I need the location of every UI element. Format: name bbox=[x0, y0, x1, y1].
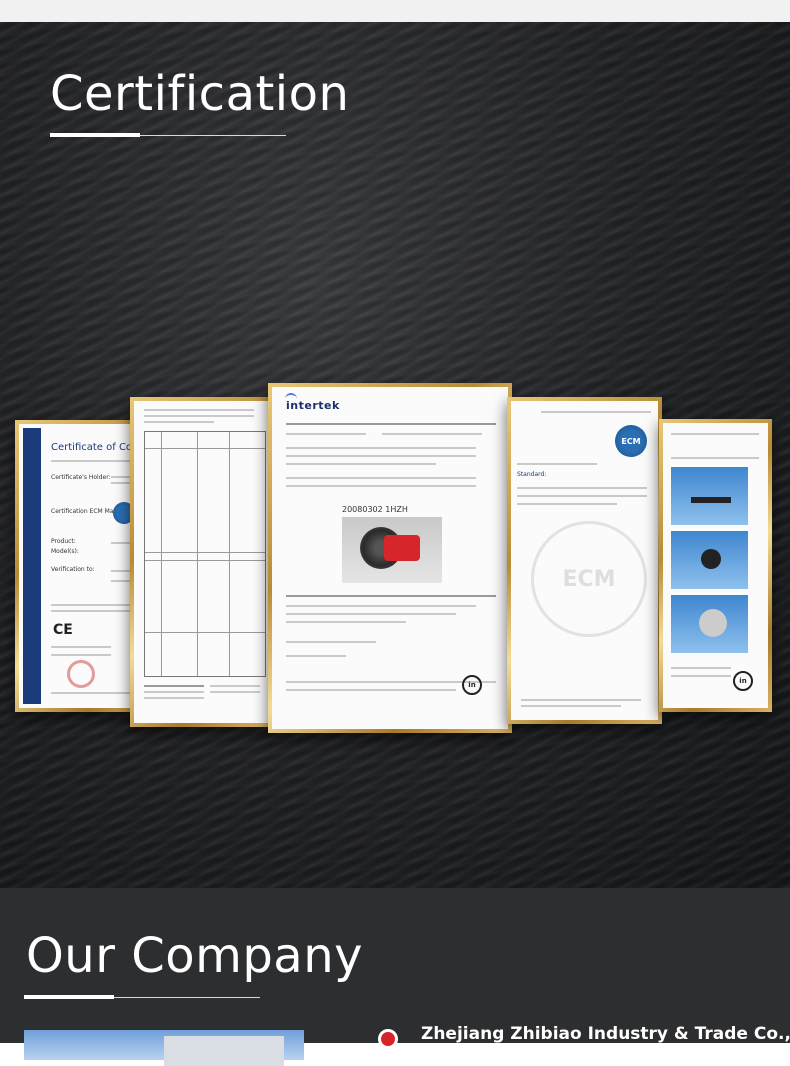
certificate-frame-product[interactable]: in bbox=[659, 419, 772, 712]
product-report-document: in bbox=[663, 423, 768, 708]
company-section: Our Company Zhejiang Zhibiao Industry & … bbox=[0, 888, 790, 1066]
sample-machine-photo bbox=[342, 517, 442, 583]
top-bar bbox=[0, 0, 790, 22]
certificate-model-label: Model(s): bbox=[51, 548, 79, 555]
certificate-frame-intertek[interactable]: intertek 20080302 1HZH in bbox=[268, 383, 512, 733]
intertek-badge-icon: in bbox=[462, 675, 482, 695]
certificate-frame-ecm[interactable]: ECM Standard: ECM bbox=[507, 397, 662, 724]
certification-underline bbox=[50, 133, 286, 137]
ecm-standard-label: Standard: bbox=[517, 471, 547, 478]
red-stamp-icon bbox=[67, 660, 95, 688]
company-name: Zhejiang Zhibiao Industry & Trade Co., bbox=[421, 1024, 790, 1044]
certification-section: Certification Certificate of Co Certific… bbox=[0, 22, 790, 888]
certificate-verification-label: Verification to: bbox=[51, 566, 95, 573]
company-title: Our Company bbox=[26, 928, 364, 984]
certification-title: Certification bbox=[50, 66, 350, 122]
certificate-frame-test-table[interactable] bbox=[130, 397, 273, 727]
product-report-badge-icon: in bbox=[733, 671, 753, 691]
company-building-photo bbox=[24, 1030, 304, 1066]
certificate-side-band bbox=[23, 428, 41, 704]
ecm-watermark-seal: ECM bbox=[531, 521, 647, 637]
certificate-mark-label: Certification ECM Mark: bbox=[51, 508, 122, 515]
test-table-document bbox=[134, 401, 269, 723]
intertek-report-document: intertek 20080302 1HZH in bbox=[272, 387, 508, 729]
ecm-certificate-document: ECM Standard: ECM bbox=[511, 401, 658, 720]
company-underline bbox=[24, 995, 260, 999]
intertek-logo: intertek bbox=[285, 393, 340, 412]
certificate-product-label: Product: bbox=[51, 538, 76, 545]
ecm-badge-icon: ECM bbox=[615, 425, 647, 457]
restricted-substance-table bbox=[144, 431, 266, 677]
location-dot-icon bbox=[378, 1029, 398, 1049]
certificate-heading: Certificate of Co bbox=[51, 442, 133, 453]
product-photo-2 bbox=[671, 531, 748, 589]
product-photo-3 bbox=[671, 595, 748, 653]
certificate-holder-label: Certificate's Holder: bbox=[51, 474, 111, 481]
product-photo-1 bbox=[671, 467, 748, 525]
sample-photo-label: 20080302 1HZH bbox=[342, 505, 408, 514]
ce-mark-icon: CE bbox=[53, 622, 73, 638]
